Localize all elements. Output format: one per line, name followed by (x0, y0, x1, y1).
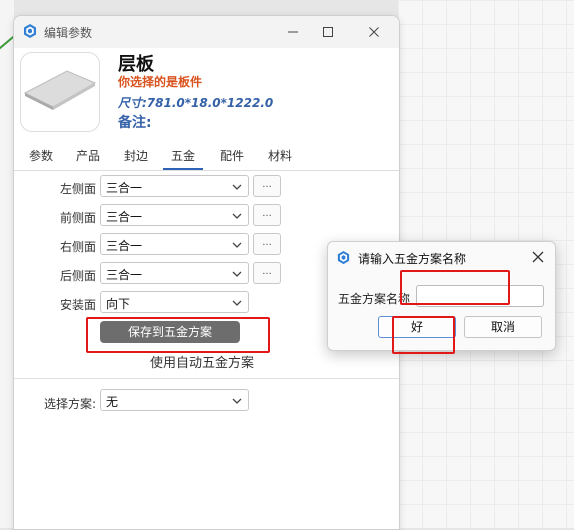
cancel-button[interactable]: 取消 (464, 316, 542, 338)
app-logo-icon (24, 24, 36, 38)
close-icon (369, 27, 379, 37)
select-right-side[interactable]: 三合一 (100, 233, 249, 255)
minimize-icon (288, 31, 298, 33)
app-logo-icon (337, 250, 350, 265)
highlight-box-input (400, 270, 510, 305)
section-divider (14, 378, 399, 379)
chevron-down-icon (232, 271, 242, 277)
window-title: 编辑参数 (44, 26, 93, 40)
more-button-front[interactable]: ... (253, 204, 281, 226)
tab-accessories[interactable]: 配件 (220, 147, 244, 164)
maximize-icon (323, 27, 333, 37)
more-button-back[interactable]: ... (253, 262, 281, 284)
size-info: 尺寸:781.0*18.0*1222.0 (118, 96, 274, 110)
board-preview-image (23, 70, 97, 110)
chevron-down-icon (232, 398, 242, 404)
tab-materials[interactable]: 材料 (268, 147, 292, 164)
highlight-box-ok (392, 316, 455, 354)
tab-params[interactable]: 参数 (29, 147, 53, 164)
select-value: 三合一 (106, 268, 143, 282)
tab-product[interactable]: 产品 (76, 147, 100, 164)
use-auto-hardware-scheme-link[interactable]: 使用自动五金方案 (150, 352, 254, 371)
minimize-button[interactable] (278, 20, 308, 44)
active-tab-indicator (163, 168, 203, 170)
background-left (0, 0, 14, 528)
chevron-down-icon (232, 184, 242, 190)
row-label-left: 左侧面 (59, 182, 96, 196)
dialog-title: 请输入五金方案名称 (358, 252, 467, 266)
tab-bar: 参数 产品 封边 五金 配件 材料 (14, 140, 399, 171)
highlight-box-save (86, 317, 270, 353)
select-install-face[interactable]: 向下 (100, 291, 249, 313)
selection-info: 你选择的是板件 (118, 75, 203, 89)
select-left-side[interactable]: 三合一 (100, 175, 249, 197)
tab-hardware[interactable]: 五金 (171, 147, 195, 164)
more-button-left[interactable]: ... (253, 175, 281, 197)
select-back-side[interactable]: 三合一 (100, 262, 249, 284)
note-label: 备注: (118, 115, 152, 131)
chevron-down-icon (232, 242, 242, 248)
board-thumbnail (20, 52, 100, 132)
scheme-label: 选择方案: (43, 397, 96, 411)
select-scheme[interactable]: 无 (100, 389, 249, 411)
chevron-down-icon (232, 300, 242, 306)
row-label-right: 右侧面 (59, 240, 96, 254)
select-value: 三合一 (106, 210, 143, 224)
row-label-install: 安装面 (59, 298, 96, 312)
select-value: 向下 (106, 297, 131, 311)
select-value: 三合一 (106, 181, 143, 195)
more-button-right[interactable]: ... (253, 233, 281, 255)
row-label-back: 后侧面 (59, 269, 96, 283)
select-front-side[interactable]: 三合一 (100, 204, 249, 226)
maximize-button[interactable] (313, 20, 343, 44)
close-button[interactable] (359, 20, 389, 44)
row-label-front: 前侧面 (59, 211, 96, 225)
select-value: 无 (106, 395, 119, 409)
title-bar[interactable]: 编辑参数 (14, 16, 399, 48)
select-value: 三合一 (106, 239, 143, 253)
chevron-down-icon (232, 213, 242, 219)
close-icon[interactable] (530, 249, 546, 265)
tab-edge-banding[interactable]: 封边 (124, 147, 148, 164)
